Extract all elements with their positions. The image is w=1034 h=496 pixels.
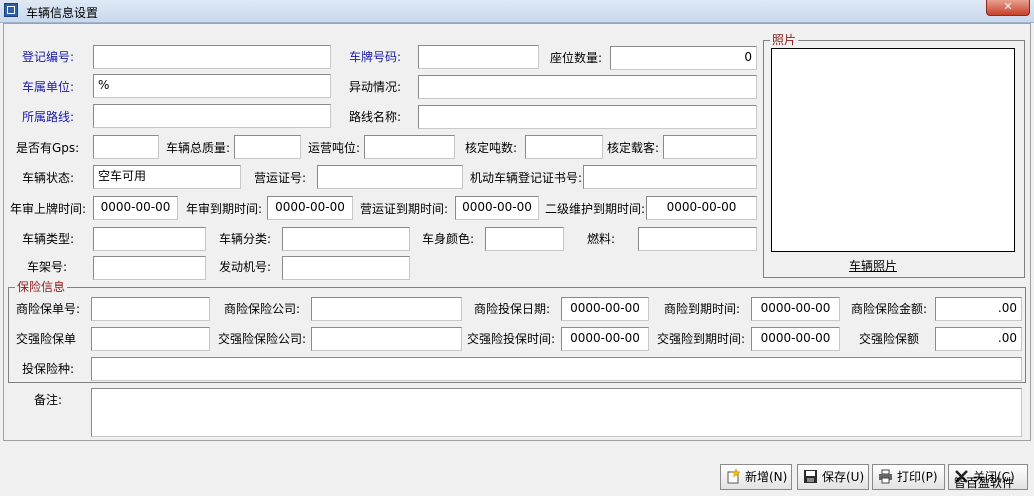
seats-label: 座位数量:: [550, 51, 603, 65]
seats-field[interactable]: 0: [610, 46, 757, 70]
rated-tons-field[interactable]: [525, 135, 603, 159]
reg-no-label: 登记编号:: [22, 50, 75, 64]
com-date-field[interactable]: 0000-00-00: [561, 297, 649, 321]
fuel-label: 燃料:: [587, 232, 616, 246]
cmp-policy-field[interactable]: [91, 327, 210, 351]
window-title: 车辆信息设置: [26, 6, 99, 20]
total-mass-field[interactable]: [234, 135, 301, 159]
print-button[interactable]: 打印(P): [872, 464, 945, 490]
cmp-expire-label: 交强险到期时间:: [657, 332, 746, 346]
change-label: 异动情况:: [349, 80, 402, 94]
permit-expire-field[interactable]: 0000-00-00: [455, 196, 539, 220]
route-label: 所属路线:: [22, 110, 75, 124]
com-policy-field[interactable]: [91, 297, 210, 321]
com-amount-field[interactable]: .00: [935, 297, 1022, 321]
save-button[interactable]: 保存(U): [797, 464, 869, 490]
type-field[interactable]: [93, 227, 206, 251]
remarks-field[interactable]: [91, 388, 1022, 437]
engine-no-label: 发动机号:: [219, 260, 272, 274]
save-button-label: 保存(U): [822, 470, 865, 484]
cmp-date-field[interactable]: 0000-00-00: [561, 327, 649, 351]
annual-plate-time-label: 年审上牌时间:: [10, 202, 87, 216]
new-button-label: 新增(N): [745, 470, 788, 484]
vehicle-reg-cert-label: 机动车辆登记证书号:: [470, 171, 583, 185]
permit-expire-label: 营运证到期时间:: [360, 202, 449, 216]
route-field[interactable]: [93, 104, 331, 128]
com-date-label: 商险投保日期:: [474, 302, 551, 316]
com-expire-field[interactable]: 0000-00-00: [751, 297, 840, 321]
printer-icon: [879, 469, 892, 484]
insurance-kind-field[interactable]: [91, 357, 1022, 381]
status-label: 车辆状态:: [22, 171, 75, 185]
reg-no-field[interactable]: [93, 45, 331, 69]
cmp-date-label: 交强险投保时间:: [467, 332, 556, 346]
annual-expire-label: 年审到期时间:: [186, 202, 263, 216]
cmp-policy-label: 交强险保单: [16, 332, 77, 346]
route-name-label: 路线名称:: [349, 110, 402, 124]
transport-tons-label: 运营吨位:: [308, 141, 361, 155]
remarks-label: 备注:: [34, 393, 63, 407]
vehicle-photo-link[interactable]: 车辆照片: [849, 257, 897, 274]
gps-label: 是否有Gps:: [16, 141, 80, 155]
com-expire-label: 商险到期时间:: [664, 302, 741, 316]
close-icon: ✕: [1003, 0, 1013, 13]
insurance-kind-label: 投保险种:: [22, 362, 75, 376]
window-close-button[interactable]: ✕: [986, 0, 1030, 16]
unit-label: 车属单位:: [22, 80, 75, 94]
permit-no-label: 营运证号:: [254, 171, 307, 185]
route-name-field[interactable]: [418, 105, 757, 129]
vehicle-reg-cert-field[interactable]: [583, 165, 757, 189]
maint-expire-field[interactable]: 0000-00-00: [646, 196, 757, 220]
permit-no-field[interactable]: [317, 165, 463, 189]
com-policy-label: 商险保单号:: [16, 302, 81, 316]
cmp-amount-label: 交强险保额: [859, 332, 920, 346]
total-mass-label: 车辆总质量:: [166, 141, 231, 155]
insurance-group-label: 保险信息: [15, 280, 68, 294]
fuel-field[interactable]: [638, 227, 757, 251]
print-button-label: 打印(P): [897, 470, 938, 484]
photo-group: 照片 车辆照片: [763, 33, 1025, 278]
new-document-icon: [727, 469, 741, 484]
com-amount-label: 商险保险金额:: [851, 302, 928, 316]
app-icon: [4, 3, 18, 17]
engine-no-field[interactable]: [282, 256, 410, 280]
gps-field[interactable]: [93, 135, 159, 159]
frame-no-label: 车架号:: [27, 260, 68, 274]
plate-no-label: 车牌号码:: [349, 50, 402, 64]
cmp-company-field[interactable]: [311, 327, 462, 351]
cmp-amount-field[interactable]: .00: [935, 327, 1022, 351]
vehicle-photo[interactable]: [771, 48, 1015, 252]
change-field[interactable]: [418, 75, 757, 99]
color-field[interactable]: [485, 227, 564, 251]
unit-field[interactable]: %: [93, 74, 331, 98]
com-company-field[interactable]: [311, 297, 462, 321]
photo-group-label: 照片: [770, 33, 799, 47]
category-label: 车辆分类:: [219, 232, 272, 246]
new-button[interactable]: 新增(N): [720, 464, 792, 490]
maint-expire-label: 二级维护到期时间:: [545, 202, 646, 216]
type-label: 车辆类型:: [22, 232, 75, 246]
brand-watermark: 智百盈软件: [954, 476, 1015, 490]
transport-tons-field[interactable]: [364, 135, 455, 159]
rated-passengers-field[interactable]: [663, 135, 757, 159]
status-field[interactable]: 空车可用: [93, 165, 241, 189]
frame-no-field[interactable]: [93, 256, 206, 280]
cmp-company-label: 交强险保险公司:: [218, 332, 307, 346]
annual-expire-field[interactable]: 0000-00-00: [267, 196, 353, 220]
com-company-label: 商险保险公司:: [224, 302, 301, 316]
rated-tons-label: 核定吨数:: [465, 141, 518, 155]
rated-passengers-label: 核定载客:: [607, 141, 660, 155]
cmp-expire-field[interactable]: 0000-00-00: [751, 327, 840, 351]
save-disk-icon: [804, 470, 817, 483]
color-label: 车身颜色:: [422, 232, 475, 246]
category-field[interactable]: [282, 227, 410, 251]
annual-plate-time-field[interactable]: 0000-00-00: [93, 196, 178, 220]
plate-no-field[interactable]: [418, 45, 539, 69]
title-bar: 车辆信息设置 ✕: [0, 0, 1034, 23]
